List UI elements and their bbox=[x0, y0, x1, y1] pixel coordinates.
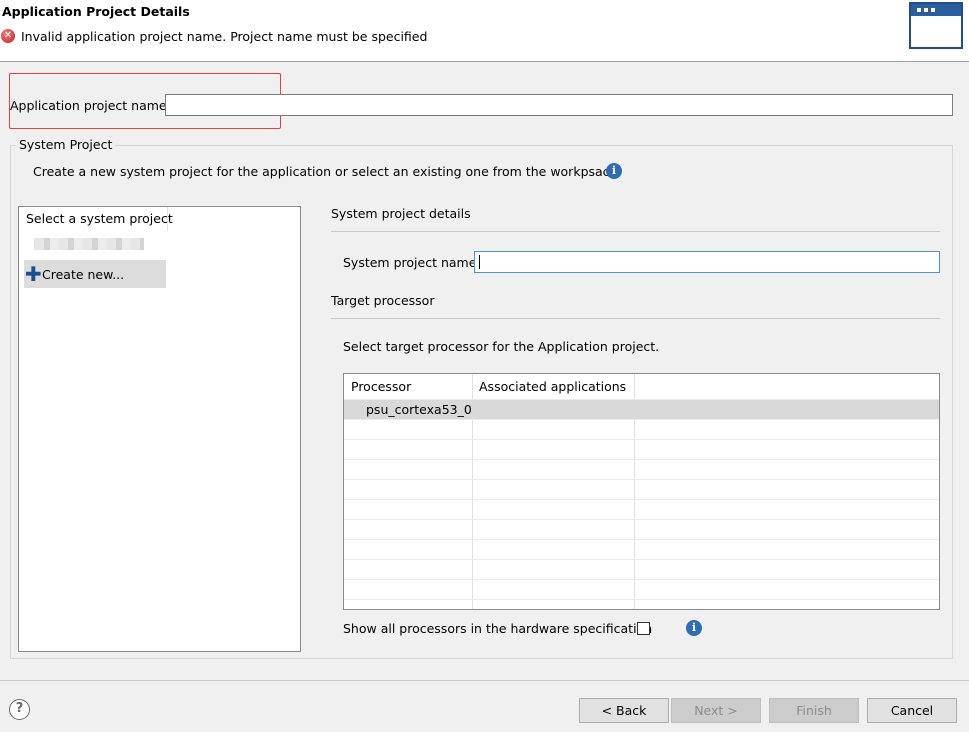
create-new-label: Create new... bbox=[42, 267, 125, 282]
system-project-description: Create a new system project for the appl… bbox=[33, 164, 618, 179]
info-icon[interactable]: i bbox=[686, 620, 702, 636]
help-icon[interactable]: ? bbox=[9, 699, 30, 720]
error-circle-icon: ✕ bbox=[1, 29, 15, 43]
page-title: Application Project Details bbox=[2, 4, 190, 19]
processor-cell: psu_cortexa53_0 bbox=[366, 402, 472, 417]
row-divider bbox=[344, 439, 939, 440]
cancel-button[interactable]: Cancel bbox=[867, 698, 957, 723]
finish-button[interactable]: Finish bbox=[769, 698, 859, 723]
show-all-processors-checkbox[interactable] bbox=[637, 622, 650, 635]
section-divider bbox=[331, 231, 940, 232]
system-project-group-title: System Project bbox=[16, 137, 116, 152]
next-button[interactable]: Next > bbox=[671, 698, 761, 723]
plus-icon: ✚ bbox=[25, 262, 42, 286]
info-icon[interactable]: i bbox=[606, 163, 622, 179]
row-divider bbox=[344, 499, 939, 500]
system-project-details-title: System project details bbox=[331, 206, 471, 221]
section-divider bbox=[331, 318, 940, 319]
show-all-processors-label: Show all processors in the hardware spec… bbox=[343, 621, 653, 636]
row-divider bbox=[344, 519, 939, 520]
system-project-list-header: Select a system project bbox=[26, 211, 173, 226]
row-divider bbox=[344, 479, 939, 480]
list-header-divider bbox=[167, 207, 168, 231]
footer-divider bbox=[0, 680, 969, 681]
back-button[interactable]: < Back bbox=[579, 698, 669, 723]
row-divider bbox=[344, 539, 939, 540]
app-project-name-input[interactable] bbox=[165, 94, 953, 116]
row-divider bbox=[344, 599, 939, 600]
system-project-name-input[interactable] bbox=[474, 251, 940, 273]
column-header-associated-applications[interactable]: Associated applications bbox=[479, 379, 626, 394]
app-project-name-label: Application project name: bbox=[10, 98, 171, 113]
error-message: Invalid application project name. Projec… bbox=[21, 29, 428, 44]
text-cursor bbox=[479, 255, 480, 269]
list-item-redacted[interactable] bbox=[34, 238, 144, 250]
wizard-window-icon bbox=[909, 2, 963, 49]
target-processor-title: Target processor bbox=[331, 293, 435, 308]
row-divider bbox=[344, 459, 939, 460]
row-divider bbox=[344, 419, 939, 420]
target-processor-description: Select target processor for the Applicat… bbox=[343, 339, 660, 354]
row-divider bbox=[344, 579, 939, 580]
processor-table[interactable]: Processor Associated applications psu_co… bbox=[343, 373, 940, 610]
row-divider bbox=[344, 559, 939, 560]
column-header-processor[interactable]: Processor bbox=[351, 379, 411, 394]
system-project-name-label: System project name: bbox=[343, 255, 481, 270]
